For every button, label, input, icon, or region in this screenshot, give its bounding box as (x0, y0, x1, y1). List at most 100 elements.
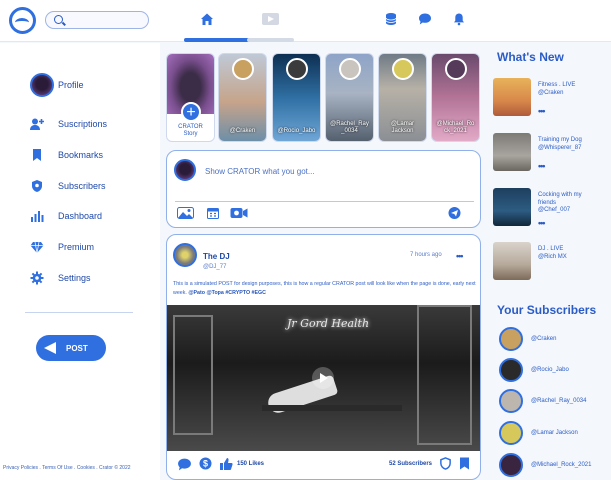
subscriber-item[interactable]: @Lamar Jackson (499, 420, 578, 446)
whats-new-text: Training my Dog @Whisperer_87 (538, 137, 582, 151)
video-bench (262, 405, 402, 411)
avatar (499, 421, 523, 445)
more-options-icon[interactable]: ••• (538, 161, 546, 171)
story-label: CRATOR Story (178, 124, 203, 137)
subscriber-item[interactable]: @Rocio_Jabo (499, 357, 569, 383)
gear-icon (30, 271, 44, 285)
whats-new-text: Fitness . LIVE @Craken (538, 82, 576, 96)
send-icon[interactable] (448, 207, 461, 219)
search-input[interactable] (45, 11, 149, 29)
subscriber-item[interactable]: @Michael_Rock_2021 (499, 452, 591, 478)
whats-new-item[interactable]: Fitness . LIVE @Craken ••• (493, 78, 603, 118)
likes-count[interactable]: 150 Likes (237, 461, 264, 467)
neon-sign: Jr Gord Health (287, 317, 370, 330)
avatar (499, 327, 523, 351)
post-author-name[interactable]: The DJ (203, 252, 230, 261)
post-time: 7 hours ago (410, 252, 442, 258)
subscribers-title: Your Subscribers (497, 303, 597, 317)
whats-new-item[interactable]: Training my Dog @Whisperer_87 ••• (493, 133, 603, 173)
story-card[interactable]: @Lamar Jackson (378, 53, 427, 142)
more-options-icon[interactable]: ••• (456, 251, 464, 261)
subscriber-item[interactable]: @Rachel_Ray_0034 (499, 388, 586, 414)
post-actions: $ 150 Likes 52 Subscribers (167, 454, 480, 476)
shield-icon[interactable] (439, 457, 452, 470)
post-tags[interactable]: @Pato @Topa #CRYPTO #EGC (188, 290, 266, 296)
image-icon[interactable] (177, 207, 194, 219)
video-icon[interactable] (262, 13, 279, 25)
tip-dollar-icon[interactable]: $ (199, 457, 212, 470)
gym-rack (417, 305, 472, 445)
whats-new-thumbnail (493, 242, 531, 280)
story-card[interactable]: @Rachel_Ray _0034 (325, 53, 374, 142)
camera-icon[interactable] (230, 207, 248, 219)
story-card[interactable]: @Michael_Ro ck_2021 (431, 53, 480, 142)
sidebar-item-dashboard[interactable]: Dashboard (30, 205, 102, 227)
post-button-label: POST (66, 343, 88, 353)
avatar (30, 73, 54, 97)
sidebar-item-label: Profile (58, 80, 84, 90)
bell-icon[interactable] (452, 12, 466, 26)
gym-rack (173, 315, 213, 435)
sidebar-item-label: Settings (58, 273, 91, 283)
like-icon[interactable] (219, 457, 233, 471)
composer-input[interactable]: Show CRATOR what you got... (205, 167, 315, 176)
calendar-icon[interactable] (207, 207, 219, 219)
post-video[interactable]: Jr Gord Health (167, 305, 480, 451)
subscriber-item[interactable]: @Craken (499, 326, 556, 352)
home-icon[interactable] (200, 12, 214, 26)
whats-new-title: What's New (497, 50, 564, 64)
sidebar-item-label: Subscribers (58, 181, 106, 191)
whats-new-thumbnail (493, 78, 531, 116)
story-label: @Rachel_Ray _0034 (330, 121, 369, 134)
more-options-icon[interactable]: ••• (538, 106, 546, 116)
story-avatar (339, 58, 361, 80)
story-avatar (392, 58, 414, 80)
add-user-icon (30, 118, 44, 130)
post-button[interactable]: POST (36, 335, 106, 361)
bar-chart-icon (31, 211, 44, 222)
crator-logo[interactable] (9, 7, 36, 34)
video-tab-indicator (247, 38, 294, 42)
whats-new-thumbnail (493, 188, 531, 226)
chat-icon[interactable] (418, 12, 432, 26)
database-icon[interactable] (384, 12, 398, 26)
play-button-icon[interactable] (312, 367, 334, 389)
story-create[interactable]: + CRATOR Story (166, 53, 215, 142)
sidebar-item-profile[interactable]: Profile (30, 73, 84, 97)
avatar (499, 358, 523, 382)
comment-icon[interactable] (177, 457, 192, 472)
sidebar-item-label: Bookmarks (58, 150, 104, 160)
sidebar-item-label: Suscriptions (58, 119, 108, 129)
whats-new-thumbnail (493, 133, 531, 171)
avatar[interactable] (173, 243, 197, 267)
whats-new-item[interactable]: DJ . LIVE @Rich MX (493, 242, 603, 282)
post-author-handle[interactable]: @DJ_77 (203, 264, 226, 270)
subscriber-name: @Rachel_Ray_0034 (531, 398, 587, 404)
subscriber-name: @Craken (531, 336, 557, 342)
story-card[interactable]: @Rocio_Jabo (272, 53, 321, 142)
search-icon (54, 15, 63, 24)
subscribers-count[interactable]: 52 Subscribers (389, 461, 432, 467)
post-text: This is a simulated POST for design purp… (173, 280, 477, 298)
send-icon (44, 342, 56, 354)
story-label: @Craken (229, 128, 256, 134)
avatar (499, 453, 523, 477)
add-story-icon[interactable]: + (181, 102, 201, 122)
left-sidebar: Profile Suscriptions Bookmarks Subscribe… (0, 43, 160, 480)
sidebar-item-subscribers[interactable]: Subscribers (30, 175, 106, 197)
whats-new-item[interactable]: Cocking with my friends @Chef_007 ••• (493, 188, 603, 228)
sidebar-item-settings[interactable]: Settings (30, 267, 91, 289)
sidebar-item-bookmarks[interactable]: Bookmarks (30, 144, 103, 166)
sidebar-item-premium[interactable]: Premium (30, 236, 94, 258)
post-composer: Show CRATOR what you got... (166, 150, 481, 228)
story-card[interactable]: @Craken (218, 53, 267, 142)
footer-links[interactable]: Privacy Policies . Terms Of Use . Cookie… (3, 465, 131, 471)
sidebar-item-suscriptions[interactable]: Suscriptions (30, 113, 107, 135)
bookmark-icon[interactable] (459, 457, 470, 470)
subscriber-name: @Lamar Jackson (531, 430, 578, 436)
subscriber-name: @Michael_Rock_2021 (531, 462, 592, 468)
more-options-icon[interactable]: ••• (538, 218, 546, 228)
shield-icon (32, 180, 42, 192)
sidebar-item-label: Dashboard (58, 211, 103, 221)
story-label: @Lamar Jackson (390, 121, 415, 134)
